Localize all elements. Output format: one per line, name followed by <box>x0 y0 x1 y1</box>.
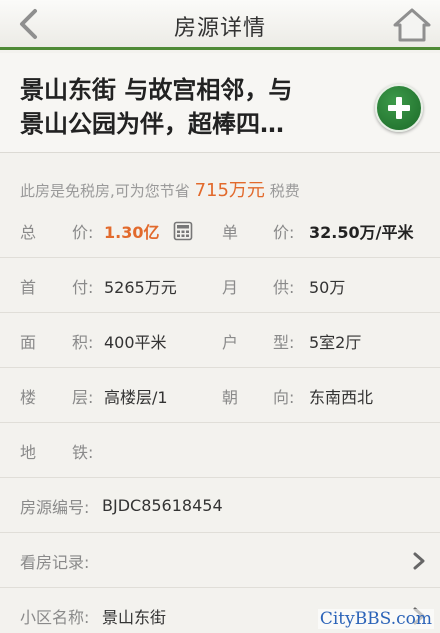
area-label-a: 面 <box>20 332 37 352</box>
orientation-label-a: 朝 <box>222 387 239 407</box>
price-row: 总 价: 1.30亿 单 价: 32.50万/平米 <box>0 203 440 258</box>
listing-id-label: 房源编号: <box>20 497 90 517</box>
down-payment-label-b: 付: <box>72 277 94 297</box>
total-price-label-b: 价: <box>72 222 94 242</box>
layout-label-b: 型: <box>273 332 295 352</box>
listing-title: 景山东街 与故宫相邻，与 景山公园为伴，超棒四… <box>20 73 350 141</box>
area-label-b: 积: <box>72 332 94 352</box>
orientation-label-b: 向: <box>273 387 295 407</box>
monthly-value: 50万 <box>309 277 346 297</box>
tax-note-prefix: 此房是免税房,可为您节省 <box>20 182 190 200</box>
subway-row: 地 铁: <box>0 423 440 478</box>
listing-title-line2: 景山公园为伴，超棒四… <box>20 110 284 138</box>
total-price-value: 1.30亿 <box>104 222 160 242</box>
subway-label-b: 铁: <box>72 442 94 462</box>
community-value: 景山东街 <box>102 607 167 627</box>
calculator-icon[interactable] <box>173 221 193 241</box>
tax-note-suffix: 税费 <box>269 182 300 200</box>
chevron-right-icon <box>413 552 425 570</box>
page-title: 房源详情 <box>173 16 266 41</box>
subway-label-a: 地 <box>20 442 37 462</box>
total-price-label-a: 总 <box>20 222 37 242</box>
area-row: 面 积: 400平米 户 型: 5室2厅 <box>0 313 440 368</box>
floor-label-a: 楼 <box>20 387 37 407</box>
plus-icon <box>388 97 410 119</box>
house-icon <box>393 8 431 42</box>
monthly-label-b: 供: <box>273 277 295 297</box>
floor-label-b: 层: <box>72 387 94 407</box>
area-value: 400平米 <box>104 332 167 352</box>
layout-value: 5室2厅 <box>309 332 362 352</box>
layout-label-a: 户 <box>222 332 239 352</box>
community-label: 小区名称: <box>20 607 90 627</box>
listing-header: 景山东街 与故宫相邻，与 景山公园为伴，超棒四… <box>0 53 440 153</box>
payment-row: 首 付: 5265万元 月 供: 50万 <box>0 258 440 313</box>
viewing-record-label: 看房记录: <box>20 552 90 572</box>
unit-price-label-b: 价: <box>273 222 295 242</box>
tax-saving-note: 此房是免税房,可为您节省 715万元 税费 <box>20 176 300 202</box>
listing-title-line1: 景山东街 与故宫相邻，与 <box>20 76 293 104</box>
tax-saving-amount: 715万元 <box>194 180 265 201</box>
unit-price-value: 32.50万/平米 <box>309 222 414 242</box>
unit-price-label-a: 单 <box>222 222 239 242</box>
nav-bar: 房源详情 <box>0 0 440 50</box>
monthly-label-a: 月 <box>222 277 239 297</box>
home-button[interactable] <box>388 4 436 46</box>
floor-row: 楼 层: 高楼层/1 朝 向: 东南西北 <box>0 368 440 423</box>
down-payment-value: 5265万元 <box>104 277 177 297</box>
orientation-value: 东南西北 <box>309 387 374 407</box>
listing-id-value: BJDC85618454 <box>102 496 223 515</box>
add-favorite-button[interactable] <box>375 84 423 132</box>
viewing-record-row[interactable]: 看房记录: <box>0 533 440 588</box>
down-payment-label-a: 首 <box>20 277 37 297</box>
floor-value: 高楼层/1 <box>104 387 168 407</box>
watermark: CityBBS.com <box>317 609 434 629</box>
listing-id-row: 房源编号: BJDC85618454 <box>0 478 440 533</box>
